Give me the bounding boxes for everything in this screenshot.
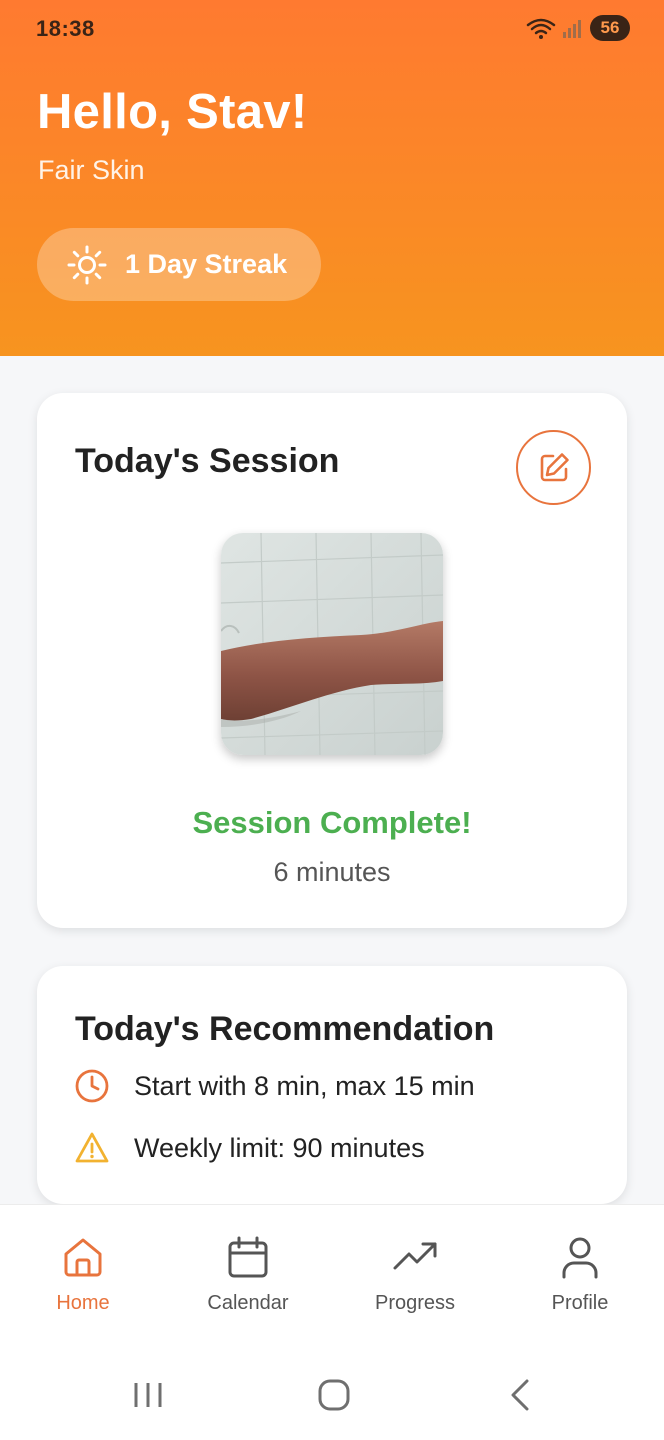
session-duration: 6 minutes (273, 857, 391, 887)
streak-label: 1 Day Streak (125, 249, 288, 279)
recommendation-text: Start with 8 min, max 15 min (134, 1070, 475, 1101)
back-icon (511, 1379, 529, 1411)
greeting: Hello, Stav! (37, 85, 308, 139)
nav-item-profile[interactable]: Profile (510, 1234, 650, 1324)
recommendation-item: Start with 8 min, max 15 min (74, 1066, 475, 1106)
nav-label-progress: Progress (374, 1292, 456, 1314)
session-photo[interactable] (221, 533, 443, 755)
battery-indicator: 56 (590, 15, 630, 41)
calendar-icon (228, 1236, 268, 1278)
warning-icon (75, 1132, 109, 1163)
recommendation-title: Today's Recommendation (75, 1010, 495, 1048)
header: 18:38 56 Hello, Stav! Fair Skin 1 Day St… (0, 0, 664, 356)
trending-up-icon (393, 1242, 437, 1270)
edit-icon (540, 452, 569, 481)
nav-item-home[interactable]: Home (13, 1234, 153, 1324)
skin-type: Fair Skin (38, 155, 145, 185)
status-icons: 56 (526, 14, 630, 42)
system-home-icon (318, 1379, 350, 1411)
nav-label-home: Home (56, 1292, 110, 1314)
wifi-icon (526, 18, 556, 39)
system-home-button[interactable] (302, 1370, 366, 1420)
user-icon (562, 1237, 598, 1279)
nav-label-calendar: Calendar (207, 1292, 289, 1314)
nav-label-profile: Profile (551, 1292, 609, 1314)
session-title: Today's Session (75, 442, 340, 480)
status-bar: 18:38 56 (0, 0, 664, 58)
nav-item-calendar[interactable]: Calendar (178, 1234, 318, 1324)
streak-badge[interactable]: 1 Day Streak (37, 228, 321, 301)
status-time: 18:38 (36, 16, 95, 41)
recommendation-item: Weekly limit: 90 minutes (74, 1128, 425, 1168)
clock-icon (75, 1069, 109, 1103)
session-status: Session Complete! (192, 805, 472, 840)
edit-session-button[interactable] (516, 430, 591, 505)
recent-apps-icon (134, 1383, 162, 1407)
arm-photo-image (221, 533, 443, 755)
recommendation-text: Weekly limit: 90 minutes (134, 1132, 425, 1163)
back-button[interactable] (490, 1370, 550, 1420)
nav-item-progress[interactable]: Progress (345, 1234, 485, 1324)
sun-icon (67, 245, 107, 284)
home-icon (64, 1238, 102, 1277)
recent-apps-button[interactable] (118, 1370, 178, 1420)
signal-icon (563, 20, 581, 38)
